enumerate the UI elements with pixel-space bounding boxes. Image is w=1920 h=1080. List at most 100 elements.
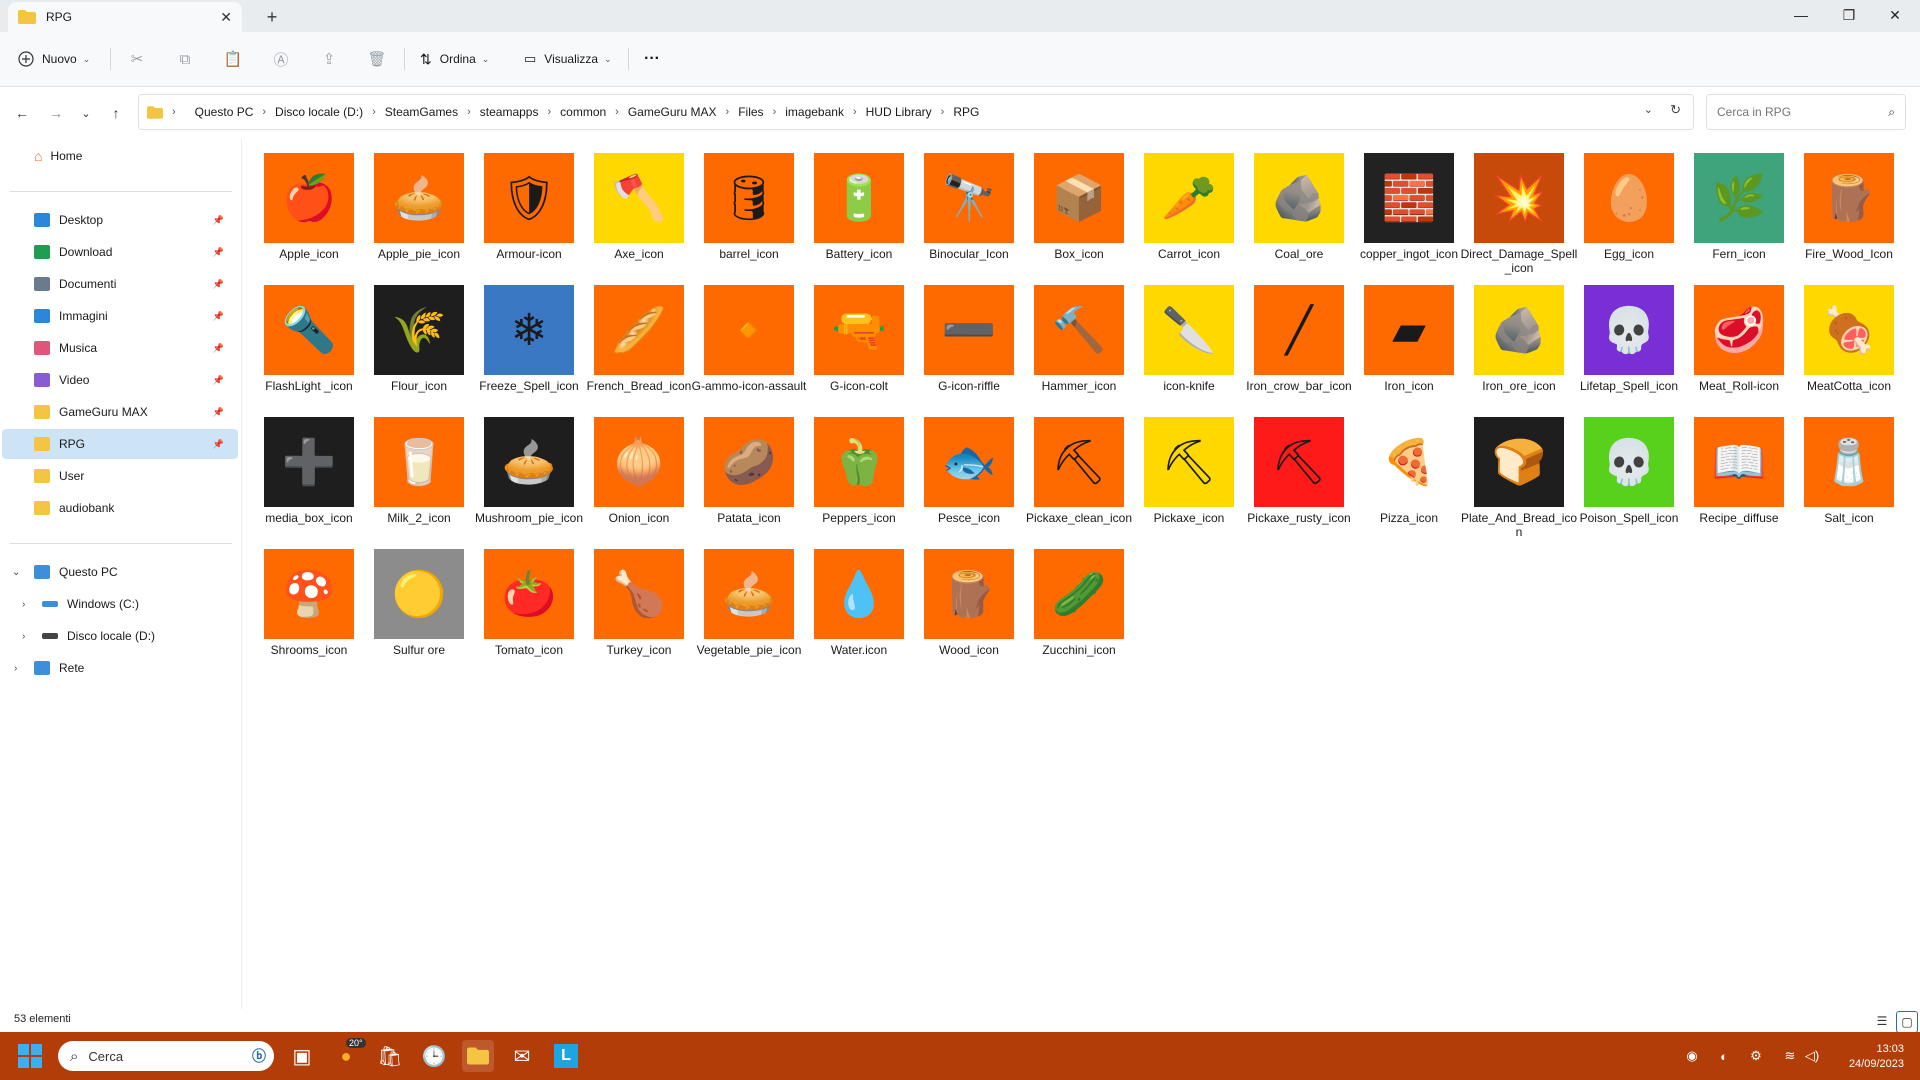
minimize-button[interactable]: — <box>1778 0 1824 30</box>
sidebar-item-user[interactable]: User <box>2 461 238 491</box>
file-item[interactable]: 🧂 Salt_icon <box>1784 405 1894 537</box>
search-input[interactable] <box>1715 104 1879 120</box>
sidebar-item-musica[interactable]: Musica 📌 <box>2 333 238 363</box>
file-item[interactable]: ⛏ Pickaxe_clean_icon <box>1014 405 1132 537</box>
file-explorer-icon[interactable] <box>462 1040 494 1072</box>
store-icon[interactable]: 🛍 <box>374 1040 406 1072</box>
copy-icon[interactable]: ⧉ <box>172 46 198 72</box>
more-options-button[interactable]: ··· <box>644 44 660 74</box>
breadcrumb-item[interactable]: Questo PC <box>195 105 254 119</box>
chevron-right-icon[interactable]: › <box>726 106 730 118</box>
sidebar-item-drive[interactable]: › Disco locale (D:) <box>2 621 238 651</box>
sidebar-item-home[interactable]: ⌂ Home <box>2 141 238 171</box>
chevron-right-icon[interactable]: › <box>941 106 945 118</box>
file-item[interactable]: 🍄 Shrooms_icon <box>244 537 354 669</box>
breadcrumb-item[interactable]: imagebank <box>785 105 844 119</box>
file-item[interactable]: 💀 Lifetap_Spell_icon <box>1564 273 1678 405</box>
chevron-right-icon[interactable]: › <box>262 106 266 118</box>
details-view-button[interactable]: ☰ <box>1872 1011 1892 1031</box>
recent-locations-button[interactable]: ⌄ <box>72 99 100 127</box>
weather-widget[interactable]: ● 20° <box>330 1038 366 1072</box>
back-button[interactable]: ← <box>8 99 36 127</box>
file-item[interactable]: 🪨 Coal_ore <box>1234 141 1344 273</box>
large-icons-view-button[interactable]: ▢ <box>1896 1011 1918 1033</box>
chevron-right-icon[interactable]: › <box>467 106 471 118</box>
view-button[interactable]: ▭ Visualizza ⌄ <box>524 44 612 74</box>
wifi-icon[interactable]: ≋ <box>1780 1046 1800 1066</box>
file-item[interactable]: 🔸 G-ammo-icon-assault <box>684 273 806 405</box>
task-view-icon[interactable]: ▣ <box>286 1040 318 1072</box>
pin-icon[interactable]: 📌 <box>213 407 224 418</box>
tab-close-button[interactable]: ✕ <box>220 9 232 26</box>
file-item[interactable]: 🔭 Binocular_Icon <box>904 141 1014 273</box>
breadcrumb-item[interactable]: Files <box>738 105 763 119</box>
file-item[interactable]: 🌾 Flour_icon <box>354 273 464 405</box>
up-button[interactable]: ↑ <box>102 99 130 127</box>
file-item[interactable]: 🛢 barrel_icon <box>684 141 794 273</box>
file-item[interactable]: 🪨 Iron_ore_icon <box>1454 273 1564 405</box>
file-item[interactable]: 🥛 Milk_2_icon <box>354 405 464 537</box>
clock-app-icon[interactable]: 🕒 <box>418 1040 450 1072</box>
file-item[interactable]: 🐟 Pesce_icon <box>904 405 1014 537</box>
sidebar-item-immagini[interactable]: Immagini 📌 <box>2 301 238 331</box>
close-button[interactable]: ✕ <box>1872 0 1918 30</box>
file-item[interactable]: 🥚 Egg_icon <box>1564 141 1674 273</box>
breadcrumb-item[interactable]: RPG <box>953 105 979 119</box>
pin-icon[interactable]: 📌 <box>213 439 224 450</box>
sidebar-item-this-pc[interactable]: ⌄ Questo PC <box>2 557 238 587</box>
file-item[interactable]: ⛏ Pickaxe_rusty_icon <box>1234 405 1351 537</box>
file-item[interactable]: 🔫 G-icon-colt <box>794 273 904 405</box>
pin-icon[interactable]: 📌 <box>213 215 224 226</box>
sidebar-item-download[interactable]: Download 📌 <box>2 237 238 267</box>
file-item[interactable]: 📦 Box_icon <box>1014 141 1124 273</box>
file-item[interactable]: 💀 Poison_Spell_icon <box>1564 405 1678 537</box>
app-l-icon[interactable]: L <box>550 1040 582 1072</box>
file-item[interactable]: 🔦 FlashLight _icon <box>244 273 354 405</box>
sidebar-item-audiobank[interactable]: audiobank <box>2 493 238 523</box>
chevron-right-icon[interactable]: › <box>372 106 376 118</box>
file-item[interactable]: ╱ Iron_crow_bar_icon <box>1234 273 1352 405</box>
address-bar[interactable]: › Questo PC › Disco locale (D:) › SteamGames… <box>138 94 1694 130</box>
sidebar-item-drive[interactable]: › Windows (C:) <box>2 589 238 619</box>
paste-icon[interactable]: 📋 <box>220 46 246 72</box>
app-tray-icon[interactable]: ◐ <box>1714 1046 1734 1066</box>
pin-icon[interactable]: 📌 <box>213 279 224 290</box>
pin-icon[interactable]: 📌 <box>213 375 224 386</box>
windows-start-icon[interactable] <box>18 1044 42 1068</box>
breadcrumb-item[interactable]: steamapps <box>480 105 539 119</box>
tab-rpg[interactable]: RPG ✕ <box>8 2 242 32</box>
file-item[interactable]: 💥 Direct_Damage_Spell_icon <box>1454 141 1577 275</box>
breadcrumb-item[interactable]: HUD Library <box>866 105 932 119</box>
discord-icon[interactable]: ◉ <box>1682 1046 1702 1066</box>
file-item[interactable]: 🥧 Mushroom_pie_icon <box>464 405 583 537</box>
sidebar-item-video[interactable]: Video 📌 <box>2 365 238 395</box>
file-item[interactable]: 🛡 Armour-icon <box>464 141 574 273</box>
file-item[interactable]: 🥧 Vegetable_pie_icon <box>684 537 801 669</box>
file-item[interactable]: 🔋 Battery_icon <box>794 141 904 273</box>
file-item[interactable]: 🍞 Plate_And_Bread_icon <box>1454 405 1577 539</box>
taskbar-search[interactable]: ⌕ Cerca ⓑ <box>58 1041 274 1071</box>
new-button[interactable]: Nuovo ⌄ <box>18 44 90 74</box>
sort-button[interactable]: ⇅ Ordina ⌄ <box>420 44 489 74</box>
delete-icon[interactable]: 🗑 <box>364 46 390 72</box>
cut-icon[interactable]: ✂ <box>124 46 150 72</box>
file-item[interactable]: 🔪 icon-knife <box>1124 273 1234 405</box>
chevron-right-icon[interactable]: › <box>773 106 777 118</box>
file-item[interactable]: 🫑 Peppers_icon <box>794 405 904 537</box>
breadcrumb-item[interactable]: common <box>560 105 606 119</box>
chevron-right-icon[interactable]: › <box>22 631 25 642</box>
file-item[interactable]: 🌿 Fern_icon <box>1674 141 1784 273</box>
steam-icon[interactable]: ⚙ <box>1746 1046 1766 1066</box>
pin-icon[interactable]: 📌 <box>213 343 224 354</box>
file-item[interactable]: 🍕 Pizza_icon <box>1344 405 1454 537</box>
file-item[interactable]: 🥖 French_Bread_icon <box>574 273 691 405</box>
file-item[interactable]: 🪵 Wood_icon <box>904 537 1014 669</box>
maximize-button[interactable]: ❐ <box>1826 0 1872 30</box>
file-item[interactable]: ➖ G-icon-riffle <box>904 273 1014 405</box>
chevron-right-icon[interactable]: › <box>547 106 551 118</box>
forward-button[interactable]: → <box>42 99 70 127</box>
file-item[interactable]: 🍖 MeatCotta_icon <box>1784 273 1894 405</box>
refresh-icon[interactable]: ↻ <box>1670 102 1681 118</box>
file-item[interactable]: ❄ Freeze_Spell_icon <box>464 273 579 405</box>
breadcrumb-item[interactable]: SteamGames <box>385 105 458 119</box>
